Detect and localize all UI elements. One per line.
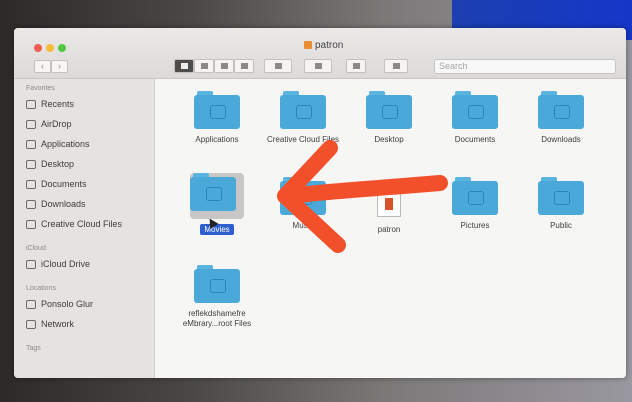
annotation-arrow <box>277 140 448 253</box>
arrow-icon <box>277 140 448 253</box>
